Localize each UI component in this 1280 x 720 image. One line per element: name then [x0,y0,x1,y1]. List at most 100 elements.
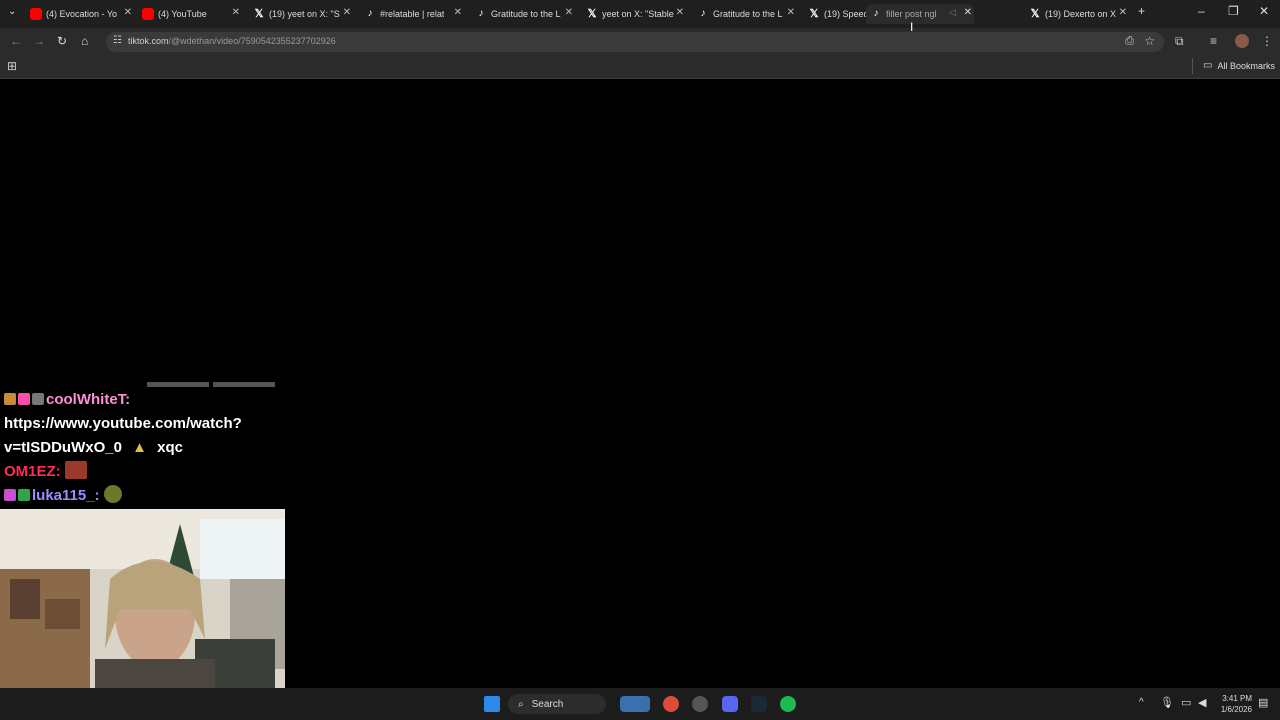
close-tab-icon[interactable]: ✕ [232,7,240,18]
new-tab-icon[interactable]: + [1138,4,1145,18]
tab-title: filler post ngl [886,9,937,19]
tab-10[interactable]: 𝕏 (19) Dexerto on X ✕ [1029,4,1129,24]
site-info-icon[interactable]: ☷ [113,35,122,46]
bookmarks-bar: ⊞ ▭ All Bookmarks [0,56,1280,79]
tab-search-icon[interactable]: ⌄ [8,6,16,17]
tab-strip: ⌄ (4) Evocation - Yo ✕ (4) YouTube ✕ 𝕏 (… [0,0,1280,28]
x-logo-icon: 𝕏 [587,8,597,20]
chat-username: luka115_: [32,487,100,504]
app-icon[interactable] [692,696,708,712]
tab-9-active[interactable]: ♪ filler post ngl ◁ ✕ [866,4,974,24]
network-icon[interactable]: ▭ [1181,696,1191,709]
tab-title: Gratitude to the L [491,9,561,19]
heart-badge-icon [18,393,30,405]
tiktok-icon: ♪ [873,8,879,19]
volume-icon[interactable]: ◀ [1198,696,1206,709]
chat-text-line: v=tISDDuWxO_0 ▲ xqc [4,436,284,460]
spotify-icon[interactable] [780,696,796,712]
x-logo-icon: 𝕏 [254,8,264,20]
tab-title: (4) YouTube [158,9,207,19]
tab-7[interactable]: ♪ Gratitude to the L ✕ [697,4,797,24]
close-tab-icon[interactable]: ✕ [343,7,351,18]
clock-date: 1/6/2026 [1220,705,1252,714]
emote-icon [64,461,87,479]
url-path: /@wdethan/video/7590542355237702926 [168,36,336,46]
chat-text: v=tISDDuWxO_0 [4,439,122,456]
tab-title: (19) yeet on X: "S [269,9,340,19]
profile-avatar[interactable] [1235,34,1249,48]
close-window-icon[interactable]: ✕ [1259,4,1269,18]
close-tab-icon[interactable]: ✕ [787,7,795,18]
close-tab-icon[interactable]: ✕ [565,7,573,18]
chat-emote-strip [213,382,275,387]
text-cursor-icon: I [910,20,914,34]
close-tab-icon[interactable]: ✕ [676,7,684,18]
minimize-icon[interactable]: – [1198,4,1205,18]
x-logo-icon: 𝕏 [1030,8,1040,20]
forward-icon[interactable]: → [33,34,45,48]
tab-1[interactable]: (4) Evocation - Yo ✕ [30,4,134,24]
windows-start-icon[interactable] [484,696,500,712]
all-bookmarks-label: All Bookmarks [1217,60,1275,71]
steam-icon[interactable] [751,696,767,712]
tab-6[interactable]: 𝕏 yeet on X: "Stable ✕ [586,4,686,24]
x-logo-icon: 𝕏 [809,8,819,20]
apps-grid-icon[interactable]: ⊞ [7,59,17,73]
tab-8[interactable]: 𝕏 (19) Speedy [808,4,866,24]
clock-time: 3:41 PM [1222,694,1252,703]
search-icon: ⌕ [518,698,524,710]
address-bar[interactable]: ☷ tiktok.com/@wdethan/video/759054235523… [106,32,1164,52]
discord-icon[interactable] [722,696,738,712]
taskbar-search[interactable]: ⌕ Search [508,694,606,714]
badge-icon [32,393,44,405]
home-icon[interactable]: ⌂ [81,34,88,48]
badge-icon [4,489,16,501]
tab-title: yeet on X: "Stable [602,9,674,19]
tab-2[interactable]: (4) YouTube ✕ [142,4,242,24]
close-tab-icon[interactable]: ✕ [964,7,972,18]
clock[interactable]: 3:41 PM 1/6/2026 [1212,693,1252,715]
media-controls-icon[interactable]: ≡ [1210,34,1217,48]
url-text[interactable]: tiktok.com/@wdethan/video/75905423552377… [128,36,336,46]
close-tab-icon[interactable]: ✕ [454,7,462,18]
divider [1192,58,1193,74]
chat-text: https://www.youtube.com/watch? [4,415,242,432]
emote-icon [103,485,122,503]
pinned-app-icon[interactable] [620,696,650,712]
folder-icon: ▭ [1203,60,1213,71]
extensions-icon[interactable]: ⧉ [1175,34,1184,49]
mute-icon[interactable]: ◁ [949,7,956,18]
chat-emote-strip [147,382,209,387]
youtube-icon [142,8,154,20]
gift-badge-icon [18,489,30,501]
install-app-icon[interactable]: ⎙ [1125,35,1134,48]
navigation-bar: ← → ↻ ⌂ ☷ tiktok.com/@wdethan/video/7590… [0,28,1280,56]
chat-message: luka115_: [4,484,284,508]
tab-3[interactable]: 𝕏 (19) yeet on X: "S ✕ [253,4,353,24]
tiktok-icon: ♪ [700,8,706,19]
close-tab-icon[interactable]: ✕ [1119,7,1127,18]
restore-icon[interactable]: ❐ [1228,4,1239,18]
chat-username: OM1EZ: [4,463,61,480]
tab-title: (4) Evocation - Yo [46,9,118,19]
back-icon[interactable]: ← [10,34,22,48]
all-bookmarks-button[interactable]: ▭ All Bookmarks [1203,60,1275,71]
notification-icon[interactable]: ▤ [1258,696,1268,709]
chat-text: xqc [157,439,184,456]
microphone-icon[interactable]: 🎙 [1160,696,1174,709]
chat-username: coolWhiteT: [46,391,131,408]
close-tab-icon[interactable]: ✕ [124,7,132,18]
stream-chat-overlay: coolWhiteT: https://www.youtube.com/watc… [4,388,284,508]
tab-4[interactable]: ♪ #relatable | relat ✕ [364,4,464,24]
reload-icon[interactable]: ↻ [57,34,67,48]
tab-5[interactable]: ♪ Gratitude to the L ✕ [475,4,575,24]
tab-title: Gratitude to the L [713,9,783,19]
taskbar-search-label: Search [531,698,564,710]
bookmark-star-icon[interactable]: ☆ [1144,34,1155,48]
chat-message: coolWhiteT: [4,388,284,412]
tray-overflow-icon[interactable]: ^ [1139,697,1144,708]
chrome-icon[interactable] [663,696,679,712]
chat-message: OM1EZ: [4,460,284,484]
menu-icon[interactable]: ⋮ [1261,34,1273,48]
tiktok-icon: ♪ [367,8,373,19]
